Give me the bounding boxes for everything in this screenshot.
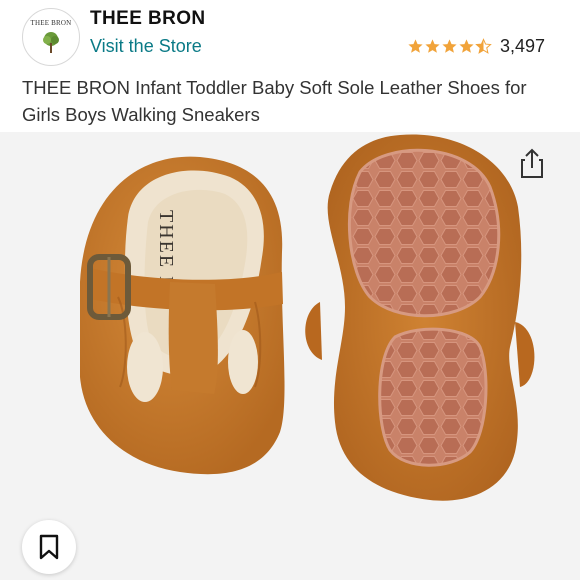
visit-store-link[interactable]: Visit the Store [90, 36, 202, 57]
save-button[interactable] [22, 520, 76, 574]
rating[interactable]: 3,497 [407, 36, 545, 56]
product-title: THEE BRON Infant Toddler Baby Soft Sole … [22, 77, 527, 125]
shoes-illustration: THEE B [80, 134, 535, 501]
product-header: THEE BRON THEE BRON Visit the Store 3,49… [0, 0, 580, 70]
tree-icon [43, 32, 59, 53]
bookmark-icon [39, 534, 59, 560]
star-icon [408, 38, 423, 53]
seller-logo[interactable]: THEE BRON [22, 8, 80, 66]
seller-logo-text: THEE BRON [30, 19, 72, 27]
star-icon [425, 38, 440, 53]
star-icon [442, 38, 457, 53]
product-image[interactable]: THEE B [0, 132, 580, 580]
right-shoe [305, 134, 535, 501]
star-half-icon [475, 37, 492, 54]
left-shoe: THEE B [80, 156, 285, 475]
share-icon [521, 148, 543, 178]
seller-name[interactable]: THEE BRON [90, 8, 206, 30]
star-icon [459, 38, 474, 53]
share-button[interactable] [510, 142, 554, 186]
rating-stars [407, 37, 492, 55]
rating-count: 3,497 [500, 35, 546, 56]
